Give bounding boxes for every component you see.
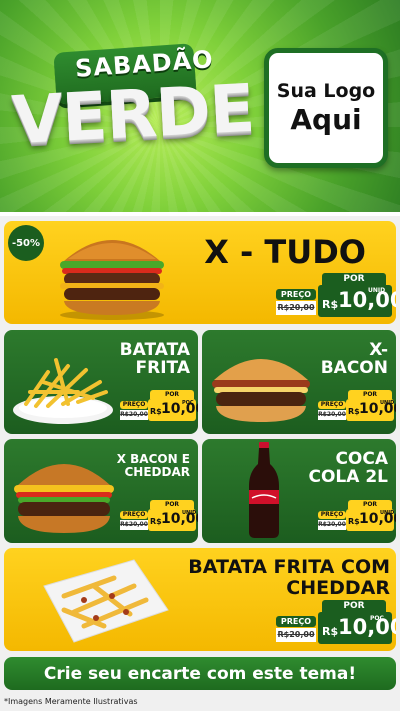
unit-label: UNID bbox=[380, 510, 395, 516]
product-name-line2: BACON bbox=[320, 358, 388, 379]
currency: R$ bbox=[322, 298, 339, 311]
current-price: R$ 10,00 POÇ bbox=[148, 399, 198, 421]
current-price: R$ 10,00 POÇ bbox=[318, 612, 396, 644]
product-name-line2: COLA 2L bbox=[308, 467, 389, 488]
currency: R$ bbox=[348, 407, 360, 416]
por-label: POR bbox=[322, 600, 386, 612]
discount-badge: -50% bbox=[8, 225, 44, 261]
product-name: X BACON E CHEDDAR bbox=[117, 453, 190, 479]
por-label: POR bbox=[322, 273, 386, 285]
currency: R$ bbox=[348, 517, 360, 526]
disclaimer-text: *Imagens Meramente Ilustrativas bbox=[4, 697, 138, 706]
product-name-line1: BATATA FRITA COM bbox=[188, 556, 390, 578]
price-value: 10,00 bbox=[338, 615, 396, 639]
current-price: R$ 10,00 UNID bbox=[346, 399, 396, 421]
currency: R$ bbox=[322, 625, 339, 638]
product-name-line1: X BACON E bbox=[116, 452, 190, 466]
product-card-x-bacon[interactable]: X- BACON POR PREÇO R$20,00 R$ 10,00 UNID bbox=[202, 330, 396, 434]
price-tag: POR PREÇO R$20,00 R$ 10,00 POÇ bbox=[120, 390, 198, 422]
preco-label: PREÇO bbox=[318, 401, 346, 409]
price-tag: POR PREÇO R$20,00 R$ 10,00 UNID bbox=[318, 390, 396, 422]
logo-text-line1: Sua Logo bbox=[276, 79, 376, 102]
por-label: POR bbox=[348, 390, 392, 399]
old-price: R$20,00 bbox=[318, 520, 346, 530]
old-price: R$20,00 bbox=[120, 410, 148, 420]
current-price: R$ 10,00 UNID bbox=[346, 509, 396, 531]
old-price: R$20,00 bbox=[276, 301, 316, 315]
price-tag: POR PREÇO R$20,00 R$ 10,00 UNID bbox=[276, 273, 396, 319]
unit-label: UNID bbox=[182, 510, 197, 516]
product-name-line2: CHEDDAR bbox=[286, 576, 390, 599]
por-label: POR bbox=[150, 500, 194, 509]
currency: R$ bbox=[150, 517, 162, 526]
product-name-line2: CHEDDAR bbox=[124, 464, 191, 479]
unit-label: UNID bbox=[380, 400, 395, 406]
price-value: 10,00 bbox=[338, 288, 396, 312]
old-price: R$20,00 bbox=[120, 520, 148, 530]
title-verde: VERDE bbox=[10, 69, 256, 160]
preco-label: PREÇO bbox=[276, 616, 316, 627]
burger-icon bbox=[212, 359, 310, 422]
burger-icon bbox=[60, 240, 164, 320]
unit-label: POÇ bbox=[182, 400, 194, 406]
price-tag: POR PREÇO R$20,00 R$ 10,00 UNID bbox=[120, 500, 198, 532]
fries-icon bbox=[43, 559, 169, 643]
product-name-line1: X- bbox=[369, 340, 388, 360]
preco-label: PREÇO bbox=[120, 401, 148, 409]
old-price: R$20,00 bbox=[276, 628, 316, 642]
product-name: BATATA FRITA COM CHEDDAR bbox=[188, 557, 390, 598]
current-price: R$ 10,00 UNID bbox=[318, 285, 396, 317]
product-card-x-bacon-cheddar[interactable]: X BACON E CHEDDAR POR PREÇO R$20,00 R$ 1… bbox=[4, 439, 198, 543]
product-name-line1: BATATA bbox=[119, 340, 190, 360]
unit-label: UNID bbox=[368, 287, 386, 294]
product-card-batata-cheddar[interactable]: BATATA FRITA COM CHEDDAR POR PREÇO R$20,… bbox=[4, 548, 396, 651]
header-divider bbox=[0, 212, 400, 216]
old-price: R$20,00 bbox=[318, 410, 346, 420]
product-name: X - TUDO bbox=[204, 233, 366, 271]
por-label: POR bbox=[348, 500, 392, 509]
fries-icon bbox=[13, 358, 113, 424]
logo-placeholder: Sua Logo Aqui bbox=[264, 48, 388, 168]
preco-label: PREÇO bbox=[120, 511, 148, 519]
product-name: X- BACON bbox=[321, 341, 388, 378]
soda-bottle-icon bbox=[249, 442, 279, 538]
product-card-batata-frita[interactable]: BATATA FRITA POR PREÇO R$20,00 R$ 10,00 … bbox=[4, 330, 198, 434]
product-name: COCA COLA 2L bbox=[309, 450, 389, 487]
logo-text-line2: Aqui bbox=[290, 102, 362, 136]
header-banner: SABADÃO VERDE Sua Logo Aqui bbox=[0, 0, 400, 212]
product-name-line2: FRITA bbox=[135, 358, 190, 379]
por-label: POR bbox=[150, 390, 194, 399]
preco-label: PREÇO bbox=[318, 511, 346, 519]
currency: R$ bbox=[150, 407, 162, 416]
product-card-coca-cola[interactable]: COCA COLA 2L POR PREÇO R$20,00 R$ 10,00 … bbox=[202, 439, 396, 543]
product-card-xtudo[interactable]: -50% X - TUDO POR PREÇO R$20,00 R$ 10,00… bbox=[4, 221, 396, 324]
product-name-line1: COCA bbox=[335, 449, 388, 469]
cta-banner[interactable]: Crie seu encarte com este tema! bbox=[4, 657, 396, 690]
price-tag: POR PREÇO R$20,00 R$ 10,00 POÇ bbox=[276, 600, 396, 646]
product-name: BATATA FRITA bbox=[120, 341, 190, 378]
price-tag: POR PREÇO R$20,00 R$ 10,00 UNID bbox=[318, 500, 396, 532]
preco-label: PREÇO bbox=[276, 289, 316, 300]
current-price: R$ 10,00 UNID bbox=[148, 509, 198, 531]
burger-icon bbox=[14, 464, 114, 533]
unit-label: POÇ bbox=[370, 615, 384, 622]
